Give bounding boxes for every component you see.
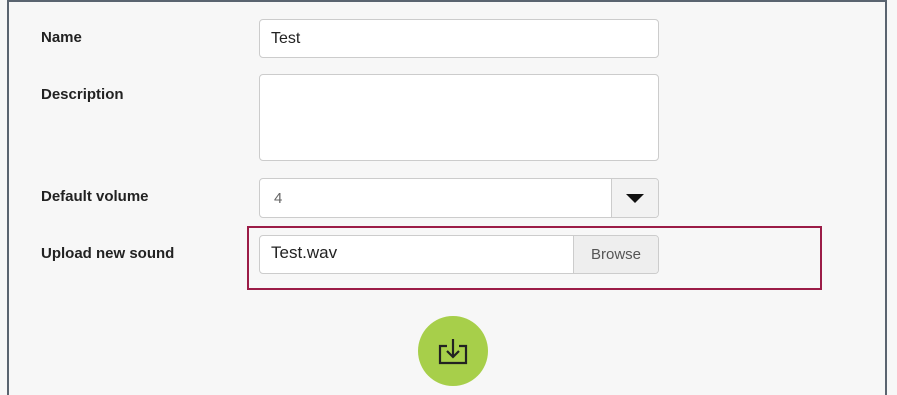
file-name-field[interactable]: Test.wav bbox=[260, 236, 573, 273]
name-label: Name bbox=[41, 29, 82, 46]
default-volume-label: Default volume bbox=[41, 188, 149, 205]
save-button[interactable] bbox=[418, 316, 488, 386]
default-volume-select[interactable]: 4 bbox=[259, 178, 659, 218]
description-textarea[interactable] bbox=[259, 74, 659, 161]
dropdown-toggle[interactable] bbox=[611, 179, 658, 217]
name-input[interactable] bbox=[259, 19, 659, 58]
browse-button[interactable]: Browse bbox=[573, 236, 658, 273]
default-volume-value: 4 bbox=[274, 189, 283, 207]
download-tray-icon bbox=[438, 339, 468, 365]
caret-down-icon bbox=[626, 193, 644, 203]
description-label: Description bbox=[41, 86, 124, 103]
file-upload-group[interactable]: Test.wav Browse bbox=[259, 235, 659, 274]
upload-sound-label: Upload new sound bbox=[41, 245, 175, 262]
